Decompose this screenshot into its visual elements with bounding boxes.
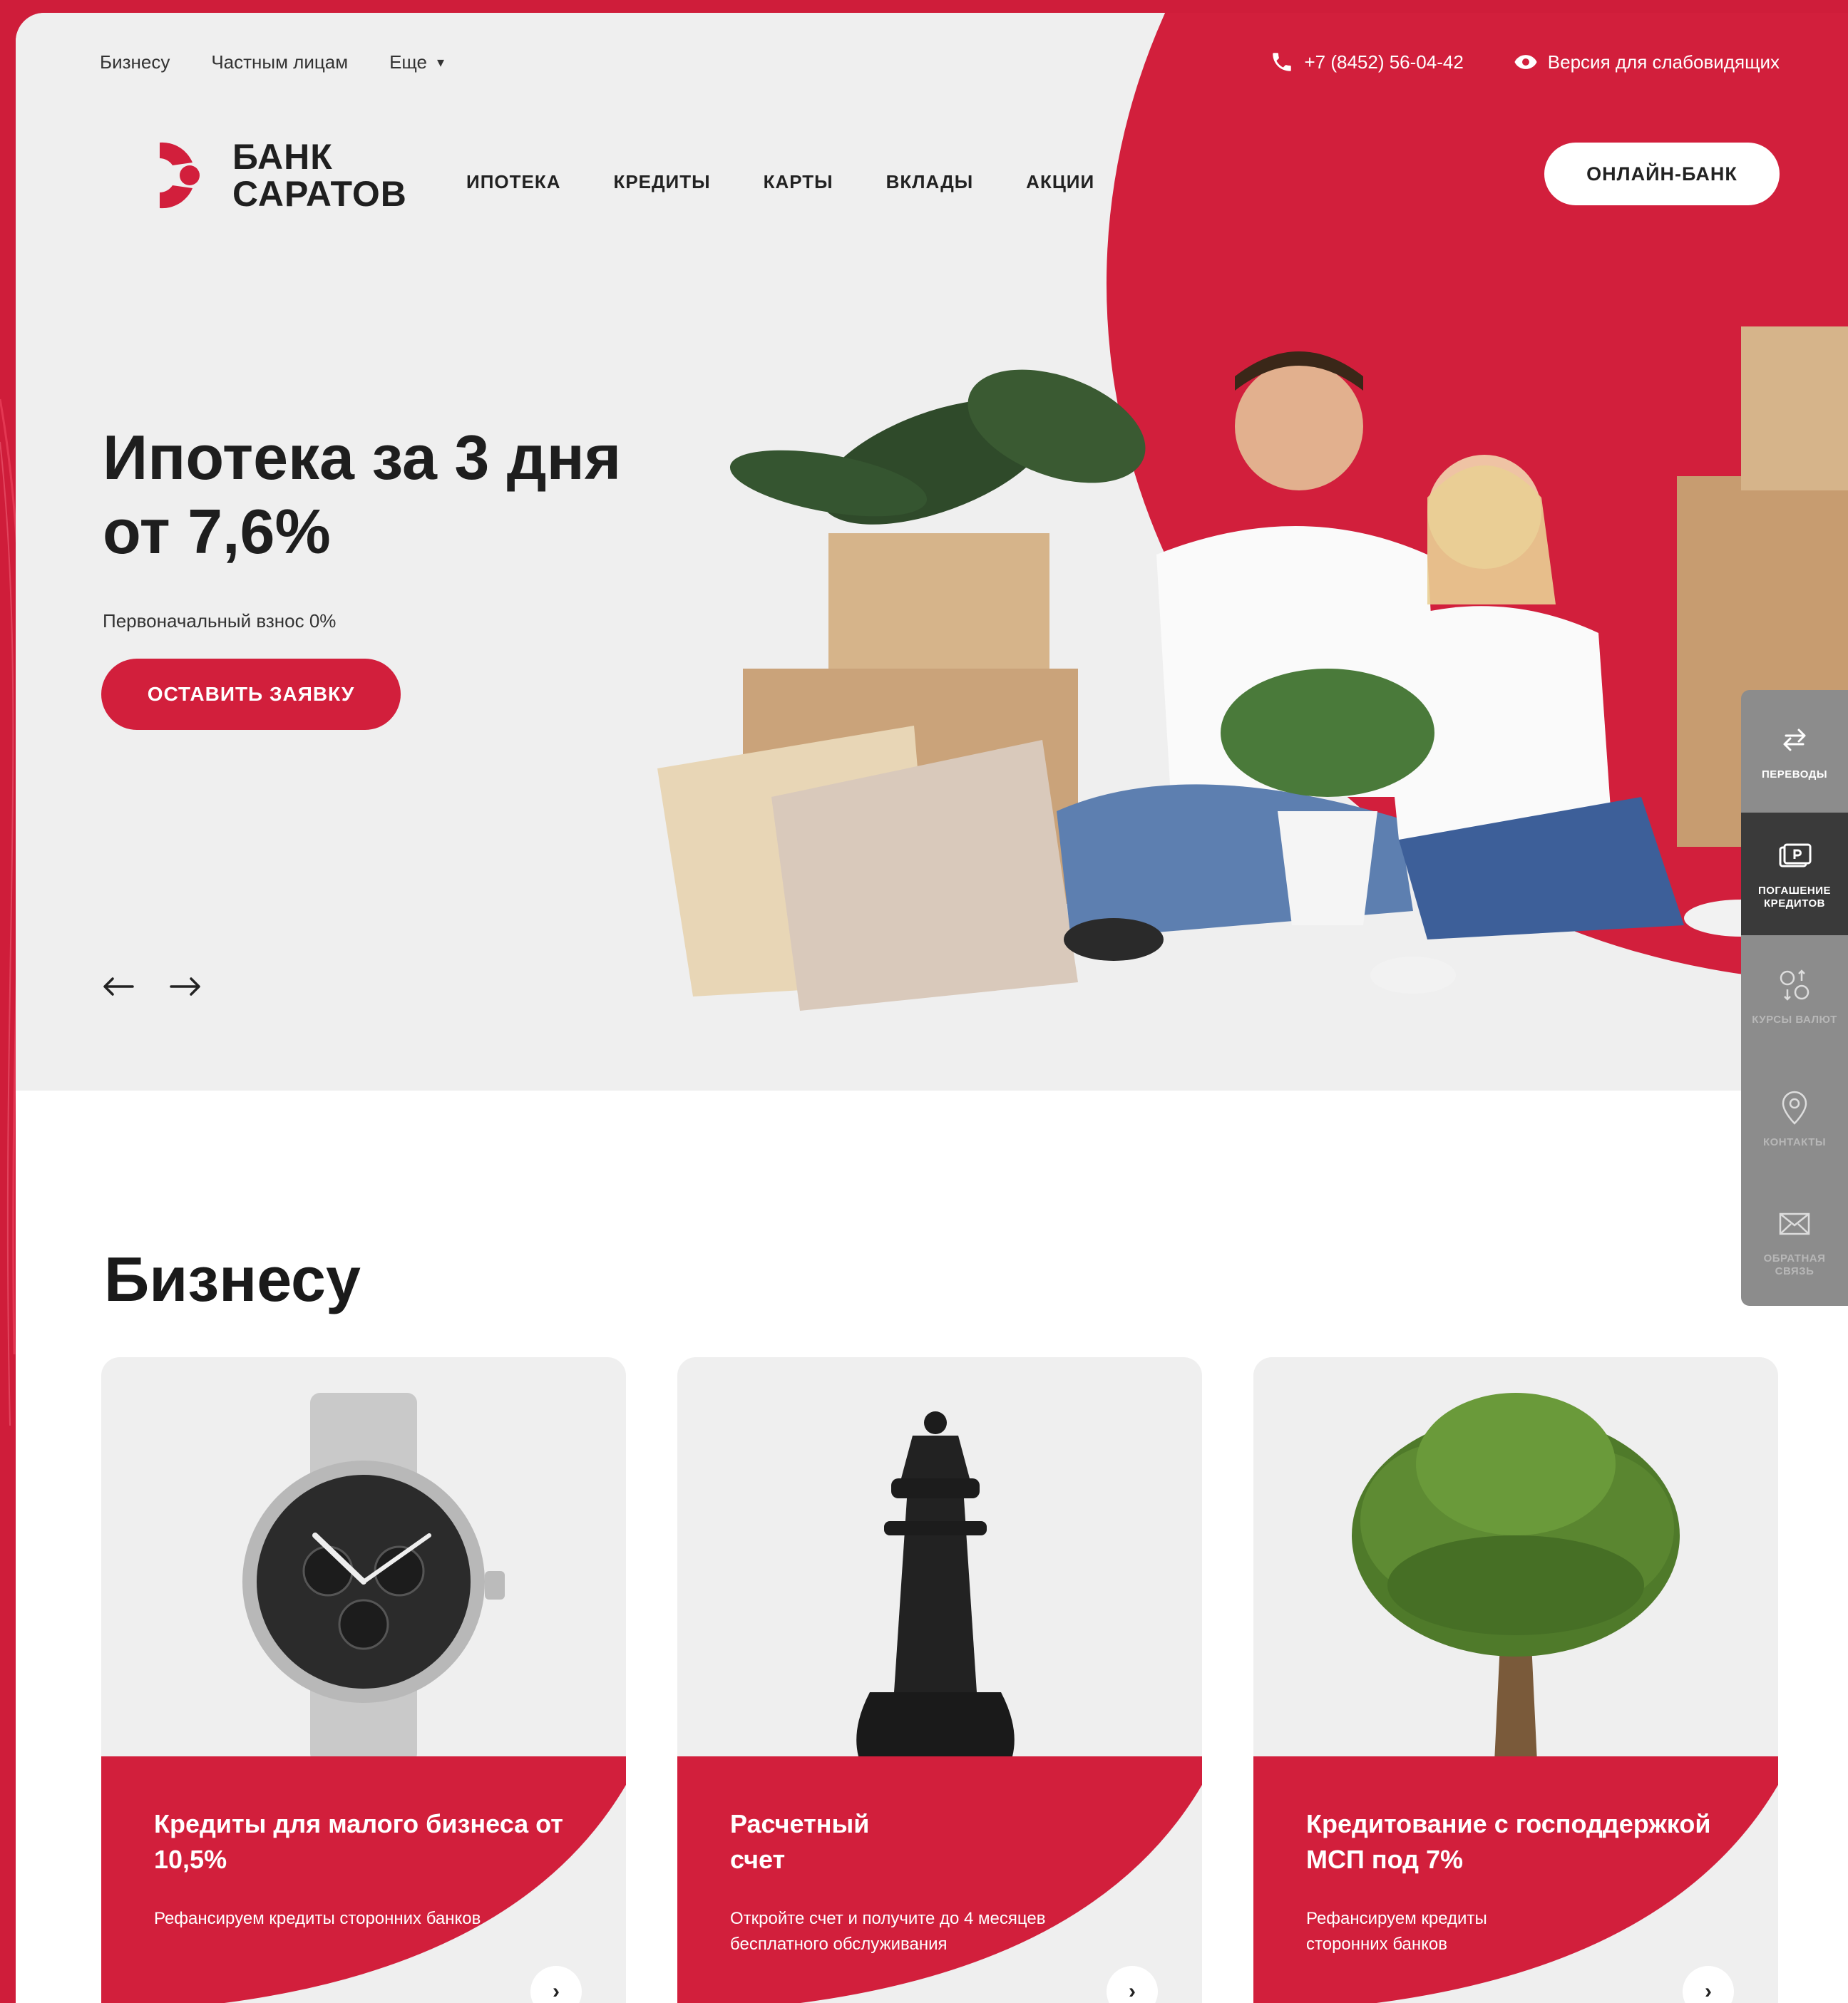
quick-feedback[interactable]: ОБРАТНАЯ СВЯЗЬ [1741,1180,1848,1303]
card-description: Рефансируем кредиты сторонних банков [1306,1909,1487,1954]
card-state-support-loans[interactable]: Кредитование с господдержкой МСП под 7% … [1253,1357,1778,2003]
tree-image [1352,1393,1680,1792]
page: Бизнесу Частным лицам Еще ▾ +7 (8452) 56-… [16,13,1848,2003]
logo-mark-icon [115,137,200,214]
hero-red-top [1192,13,1848,155]
phone-number: +7 (8452) 56-04-42 [1304,51,1464,73]
arrow-right-icon[interactable] [168,975,202,998]
payment-icon [1779,843,1812,867]
quick-actions-panel: ПЕРЕВОДЫ ПОГАШЕНИЕ КРЕДИТОВ КУРСЫ ВАЛЮТ … [1741,690,1848,1306]
hero-subtitle: Первоначальный взнос 0% [103,610,337,632]
quick-loan-payment-label: ПОГАШЕНИЕ КРЕДИТОВ [1757,885,1832,910]
topbar-link-more-label: Еще [389,51,427,73]
eye-icon [1514,55,1537,69]
nav-item-cards[interactable]: КАРТЫ [764,171,833,193]
logo-text: БАНК САРАТОВ [232,138,407,212]
accessibility-link[interactable]: Версия для слабовидящих [1514,50,1780,74]
quick-currency-rates[interactable]: КУРСЫ ВАЛЮТ [1741,935,1848,1058]
hero-photo [657,326,1848,1011]
quick-transfers[interactable]: ПЕРЕВОДЫ [1741,690,1848,813]
quick-contacts-label: КОНТАКТЫ [1762,1136,1827,1148]
chevron-right-icon: › [1705,1979,1712,2003]
card-title: Расчетный счет [730,1809,870,1874]
card-red-shape [101,1756,626,2003]
topbar: Бизнесу Частным лицам Еще ▾ [100,51,444,73]
quick-feedback-label: ОБРАТНАЯ СВЯЗЬ [1763,1252,1826,1277]
card-small-business-loans[interactable]: Кредиты для малого бизнеса от 10,5% Рефа… [101,1357,626,2003]
chevron-right-icon: › [553,1979,560,2003]
online-bank-button[interactable]: ОНЛАЙН-БАНК [1544,143,1780,205]
accessibility-label: Версия для слабовидящих [1547,51,1780,73]
nav-item-promotions[interactable]: АКЦИИ [1026,171,1094,193]
card-red-shape [677,1756,1202,2003]
phone-icon [1273,53,1292,71]
nav-item-credits[interactable]: КРЕДИТЫ [613,171,710,193]
main-nav: ИПОТЕКА КРЕДИТЫ КАРТЫ ВКЛАДЫ АКЦИИ [466,171,1094,193]
business-cards: Кредиты для малого бизнеса от 10,5% Рефа… [101,1357,1778,2003]
business-section-title: Бизнесу [104,1244,361,1314]
transfer-icon [1783,728,1806,751]
hero-title-line2: от 7,6% [103,496,331,567]
card-red-shape [1253,1756,1778,2003]
card-description: Откройте счет и получите до 4 месяцев бе… [730,1909,1046,1954]
card-title: Кредиты для малого бизнеса от 10,5% [154,1809,563,1874]
quick-contacts[interactable]: КОНТАКТЫ [1741,1058,1848,1180]
hero-title: Ипотека за 3 дня от 7,6% [103,421,621,569]
chevron-right-icon: › [1129,1979,1136,2003]
quick-transfers-label: ПЕРЕВОДЫ [1761,768,1828,781]
topbar-right: +7 (8452) 56-04-42 Версия для слабовидящ… [1270,50,1780,74]
apply-button[interactable]: ОСТАВИТЬ ЗАЯВКУ [101,659,401,730]
logo-line2: САРАТОВ [232,174,407,214]
chevron-down-icon: ▾ [437,55,445,71]
arrow-left-icon[interactable] [101,975,135,998]
logo-line1: БАНК [232,137,333,177]
card-description: Рефансируем кредиты сторонних банков [154,1909,481,1928]
bank-logo[interactable]: БАНК САРАТОВ [104,133,407,218]
hero-section: Бизнесу Частным лицам Еще ▾ +7 (8452) 56-… [16,13,1848,1091]
card-title: Кредитование с господдержкой МСП под 7% [1306,1809,1711,1874]
nav-item-mortgage[interactable]: ИПОТЕКА [466,171,560,193]
chess-queen-image [828,1411,1042,1795]
watch-image [242,1393,505,1763]
topbar-link-private[interactable]: Частным лицам [211,51,348,73]
topbar-link-business[interactable]: Бизнесу [100,51,170,73]
phone-link[interactable]: +7 (8452) 56-04-42 [1270,50,1464,74]
nav-item-deposits[interactable]: ВКЛАДЫ [886,171,974,193]
slider-arrows [101,975,202,998]
currency-icon [1780,969,1809,1001]
location-icon [1782,1091,1807,1125]
quick-loan-payment[interactable]: ПОГАШЕНИЕ КРЕДИТОВ [1741,813,1848,935]
quick-currency-rates-label: КУРСЫ ВАЛЮТ [1752,1014,1837,1026]
hero-title-line1: Ипотека за 3 дня [103,422,622,493]
card-settlement-account[interactable]: Расчетный счет Откройте счет и получите … [677,1357,1202,2003]
topbar-link-more[interactable]: Еще ▾ [389,51,444,73]
envelope-icon [1779,1212,1810,1235]
